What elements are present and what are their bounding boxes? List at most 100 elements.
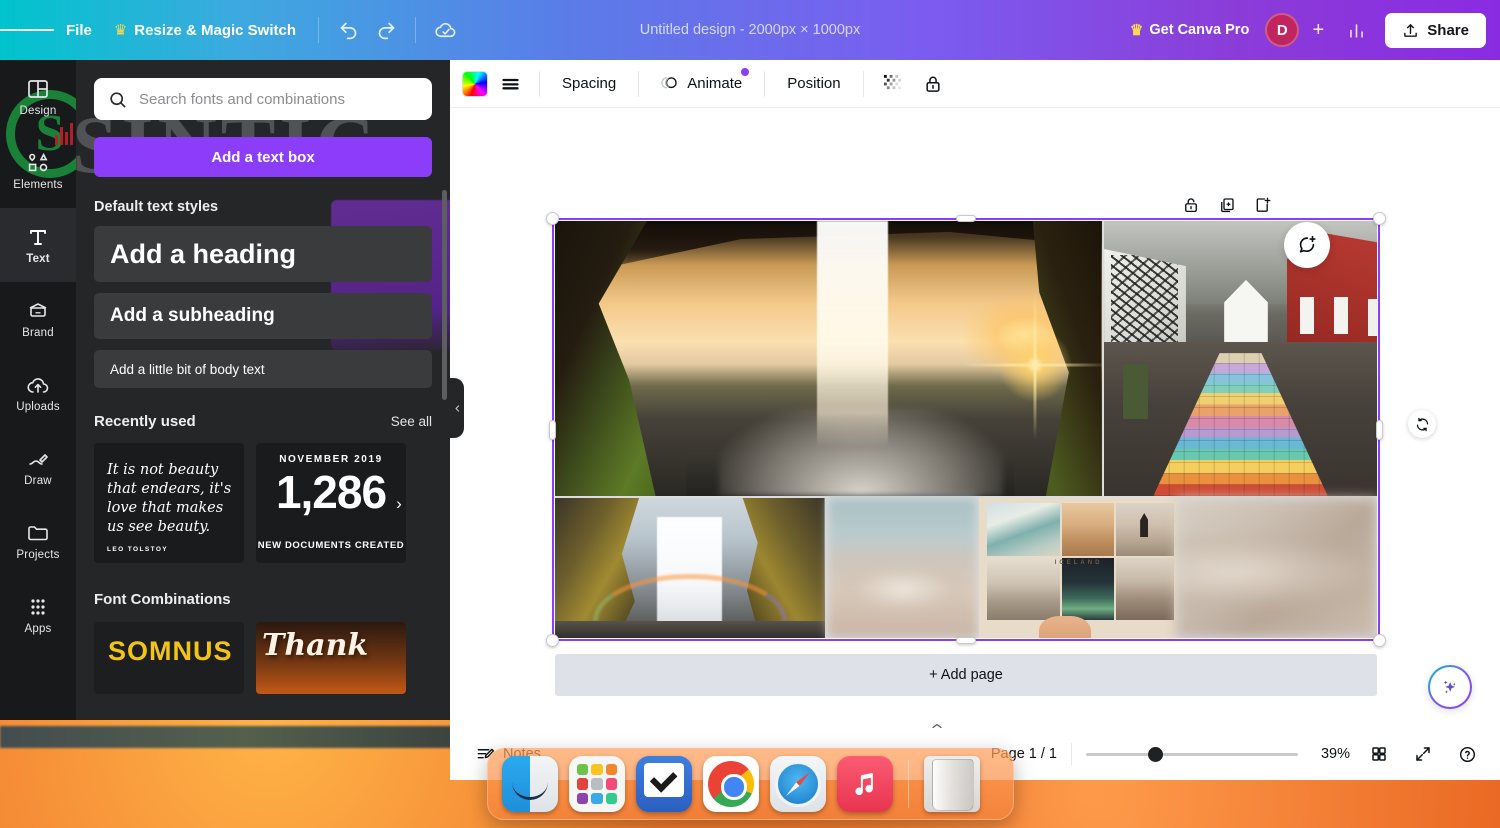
foreground-ground (555, 621, 825, 638)
resize-handle-top-left[interactable] (546, 212, 559, 225)
sidebar-item-text[interactable]: Text (0, 208, 76, 282)
undo-icon[interactable] (329, 11, 367, 49)
design-page[interactable]: ICELAND (555, 221, 1377, 638)
help-circle-icon (1458, 745, 1477, 764)
dock-app-safari[interactable] (770, 756, 826, 812)
dock-app-finder[interactable] (502, 756, 558, 812)
toolbar-divider-d (863, 71, 864, 97)
rotate-button[interactable] (1408, 410, 1436, 438)
zoom-slider[interactable] (1086, 744, 1298, 764)
add-member-button[interactable]: + (1303, 15, 1333, 45)
spacing-button[interactable]: Spacing (551, 67, 627, 101)
list-item-quote-template[interactable]: It is not beauty that endears, it's love… (94, 443, 244, 563)
dock-app-launchpad[interactable] (569, 756, 625, 812)
sidebar-item-label-design: Design (20, 105, 57, 117)
status-divider (1071, 743, 1072, 765)
magic-studio-button[interactable] (1428, 665, 1472, 709)
sidebar-item-design[interactable]: Design (0, 60, 76, 134)
transparency-icon[interactable] (875, 67, 911, 101)
lock-icon-page[interactable] (1177, 191, 1205, 219)
recently-used-header: Recently used See all (94, 413, 432, 430)
resize-magic-switch-button[interactable]: ♛ Resize & Magic Switch (114, 15, 308, 46)
sidebar-item-label-elements: Elements (13, 179, 63, 191)
sidebar-item-projects[interactable]: Projects (0, 504, 76, 578)
get-canva-pro-button[interactable]: ♛ Get Canva Pro (1118, 13, 1261, 47)
resize-handle-middle-right[interactable] (1376, 420, 1383, 440)
recently-used-list: It is not beauty that endears, it's love… (94, 443, 432, 563)
dock-app-trash[interactable] (924, 756, 980, 812)
canvas-scroll-area[interactable]: ICELAND + A (450, 108, 1500, 728)
cloud-check-icon[interactable] (426, 11, 464, 49)
grid-view-button[interactable] (1364, 739, 1394, 769)
style-card-subheading[interactable]: Add a subheading (94, 293, 432, 339)
stat-date: NOVEMBER 2019 (256, 454, 406, 465)
list-item-font-combo-1[interactable]: SOMNUS (94, 622, 244, 694)
dock-app-chrome[interactable] (703, 756, 759, 812)
help-button[interactable] (1452, 739, 1482, 769)
duplicate-page-icon[interactable] (1213, 191, 1241, 219)
stat-caption: NEW DOCUMENTS CREATED (256, 540, 406, 553)
file-menu-button[interactable]: File (54, 15, 104, 46)
hand-thumb (1039, 616, 1091, 638)
animate-button[interactable]: Animate (650, 67, 753, 101)
list-item-stat-template[interactable]: NOVEMBER 2019 1,286 NEW DOCUMENTS CREATE… (256, 443, 406, 563)
resize-handle-bottom-right[interactable] (1373, 634, 1386, 647)
zoom-value: 39% (1312, 746, 1350, 762)
collapse-panel-button[interactable] (450, 378, 464, 438)
sidebar-item-label-text: Text (26, 253, 50, 265)
photo-seydisfjordur-rainbow-street[interactable] (1104, 221, 1377, 496)
zoom-thumb[interactable] (1148, 747, 1163, 762)
collapse-canvas-toolbar-button[interactable] (907, 720, 967, 728)
transparency-dots (883, 74, 902, 93)
photo-blurred-landscape-right[interactable] (1176, 498, 1377, 638)
add-page-button[interactable]: + Add page (555, 654, 1377, 696)
hamburger-menu-icon[interactable] (0, 26, 54, 34)
avatar[interactable]: D (1265, 13, 1299, 47)
photo-skogafoss-waterfall-rainbow[interactable] (555, 498, 825, 638)
style-card-heading[interactable]: Add a heading (94, 226, 432, 282)
photo-blurred-coastal-scene[interactable] (828, 498, 978, 638)
add-page-icon[interactable] (1249, 191, 1277, 219)
photo-seljalandsfoss-waterfall-sunset[interactable] (555, 221, 1102, 496)
rotate-icon (1415, 417, 1430, 432)
comment-add-icon (1296, 234, 1318, 256)
resize-handle-bottom-center[interactable] (956, 637, 976, 644)
grid-view-icon (1370, 745, 1388, 763)
color-picker-icon[interactable] (462, 71, 488, 97)
style-card-body[interactable]: Add a little bit of body text (94, 350, 432, 388)
line-spacing-icon[interactable] (492, 67, 528, 101)
sidebar-item-brand[interactable]: Brand (0, 282, 76, 356)
dock-app-music[interactable] (837, 756, 893, 812)
upload-icon (1402, 22, 1419, 39)
fullscreen-button[interactable] (1408, 739, 1438, 769)
photo-iceland-postcard-collage[interactable]: ICELAND (979, 498, 1178, 638)
list-item-font-combo-2[interactable]: Thank (256, 622, 406, 694)
share-button[interactable]: Share (1385, 13, 1486, 48)
bar-chart-icon[interactable] (1337, 11, 1375, 49)
layout-icon (26, 77, 50, 101)
position-button[interactable]: Position (776, 67, 851, 101)
search-fonts-field[interactable] (94, 78, 432, 120)
add-text-box-button[interactable]: Add a text box (94, 137, 432, 177)
chevron-right-icon[interactable]: › (388, 493, 410, 515)
resize-handle-middle-left[interactable] (549, 420, 556, 440)
resize-handle-bottom-left[interactable] (546, 634, 559, 647)
sidebar-item-draw[interactable]: Draw (0, 430, 76, 504)
element-toolbar: Spacing Animate Position (450, 60, 1500, 108)
font-combinations-title: Font Combinations (94, 591, 432, 608)
page-canvas[interactable]: ICELAND (555, 221, 1377, 638)
redo-icon[interactable] (367, 11, 405, 49)
lock-icon[interactable] (915, 67, 951, 101)
sidebar-item-apps[interactable]: Apps (0, 578, 76, 652)
resize-handle-top-center[interactable] (956, 215, 976, 222)
toolbar-divider-c (764, 71, 765, 97)
sidebar-item-uploads[interactable]: Uploads (0, 356, 76, 430)
resize-handle-top-right[interactable] (1373, 212, 1386, 225)
toolbar-divider (318, 17, 319, 43)
sidebar-item-elements[interactable]: Elements (0, 134, 76, 208)
add-comment-button[interactable] (1284, 222, 1330, 268)
music-note-icon (850, 769, 880, 799)
search-input[interactable] (139, 91, 418, 108)
dock-app-things[interactable] (636, 756, 692, 812)
see-all-link[interactable]: See all (391, 414, 432, 429)
